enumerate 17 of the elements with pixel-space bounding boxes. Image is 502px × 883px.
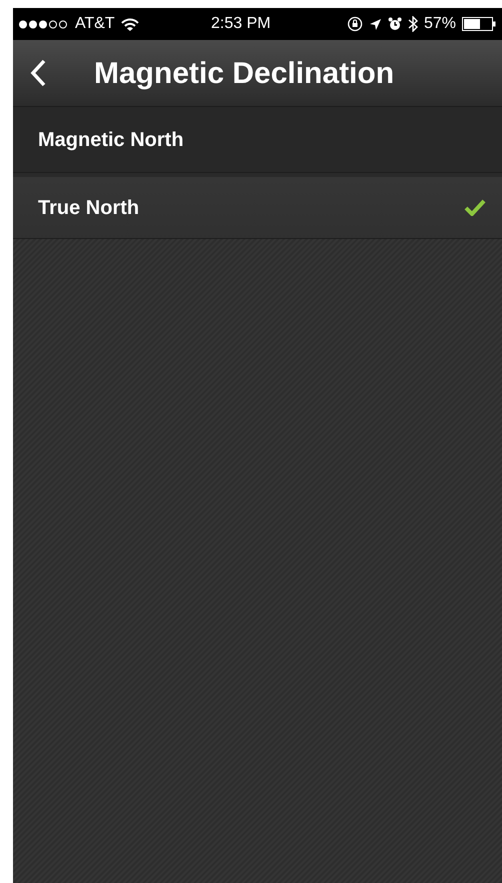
option-label: True North: [38, 196, 140, 220]
status-time: 2:53 PM: [211, 14, 272, 34]
battery-icon: [462, 17, 496, 31]
checkmark-icon: [464, 199, 486, 216]
battery-percentage: 57%: [424, 14, 456, 34]
option-row[interactable]: Magnetic North: [13, 107, 502, 173]
carrier-name: AT&T: [75, 14, 115, 34]
location-arrow-icon: [368, 18, 382, 30]
alarm-clock-icon: [388, 17, 402, 31]
wifi-icon: [120, 18, 139, 30]
option-label: Magnetic North: [38, 128, 184, 152]
back-chevron-icon: [30, 59, 46, 87]
bluetooth-icon: [408, 16, 418, 32]
option-row[interactable]: True North: [13, 173, 502, 239]
screen-title: Magnetic Declination: [94, 56, 394, 92]
rotation-lock-icon: [346, 16, 363, 32]
signal-strength-icon: [19, 20, 69, 28]
